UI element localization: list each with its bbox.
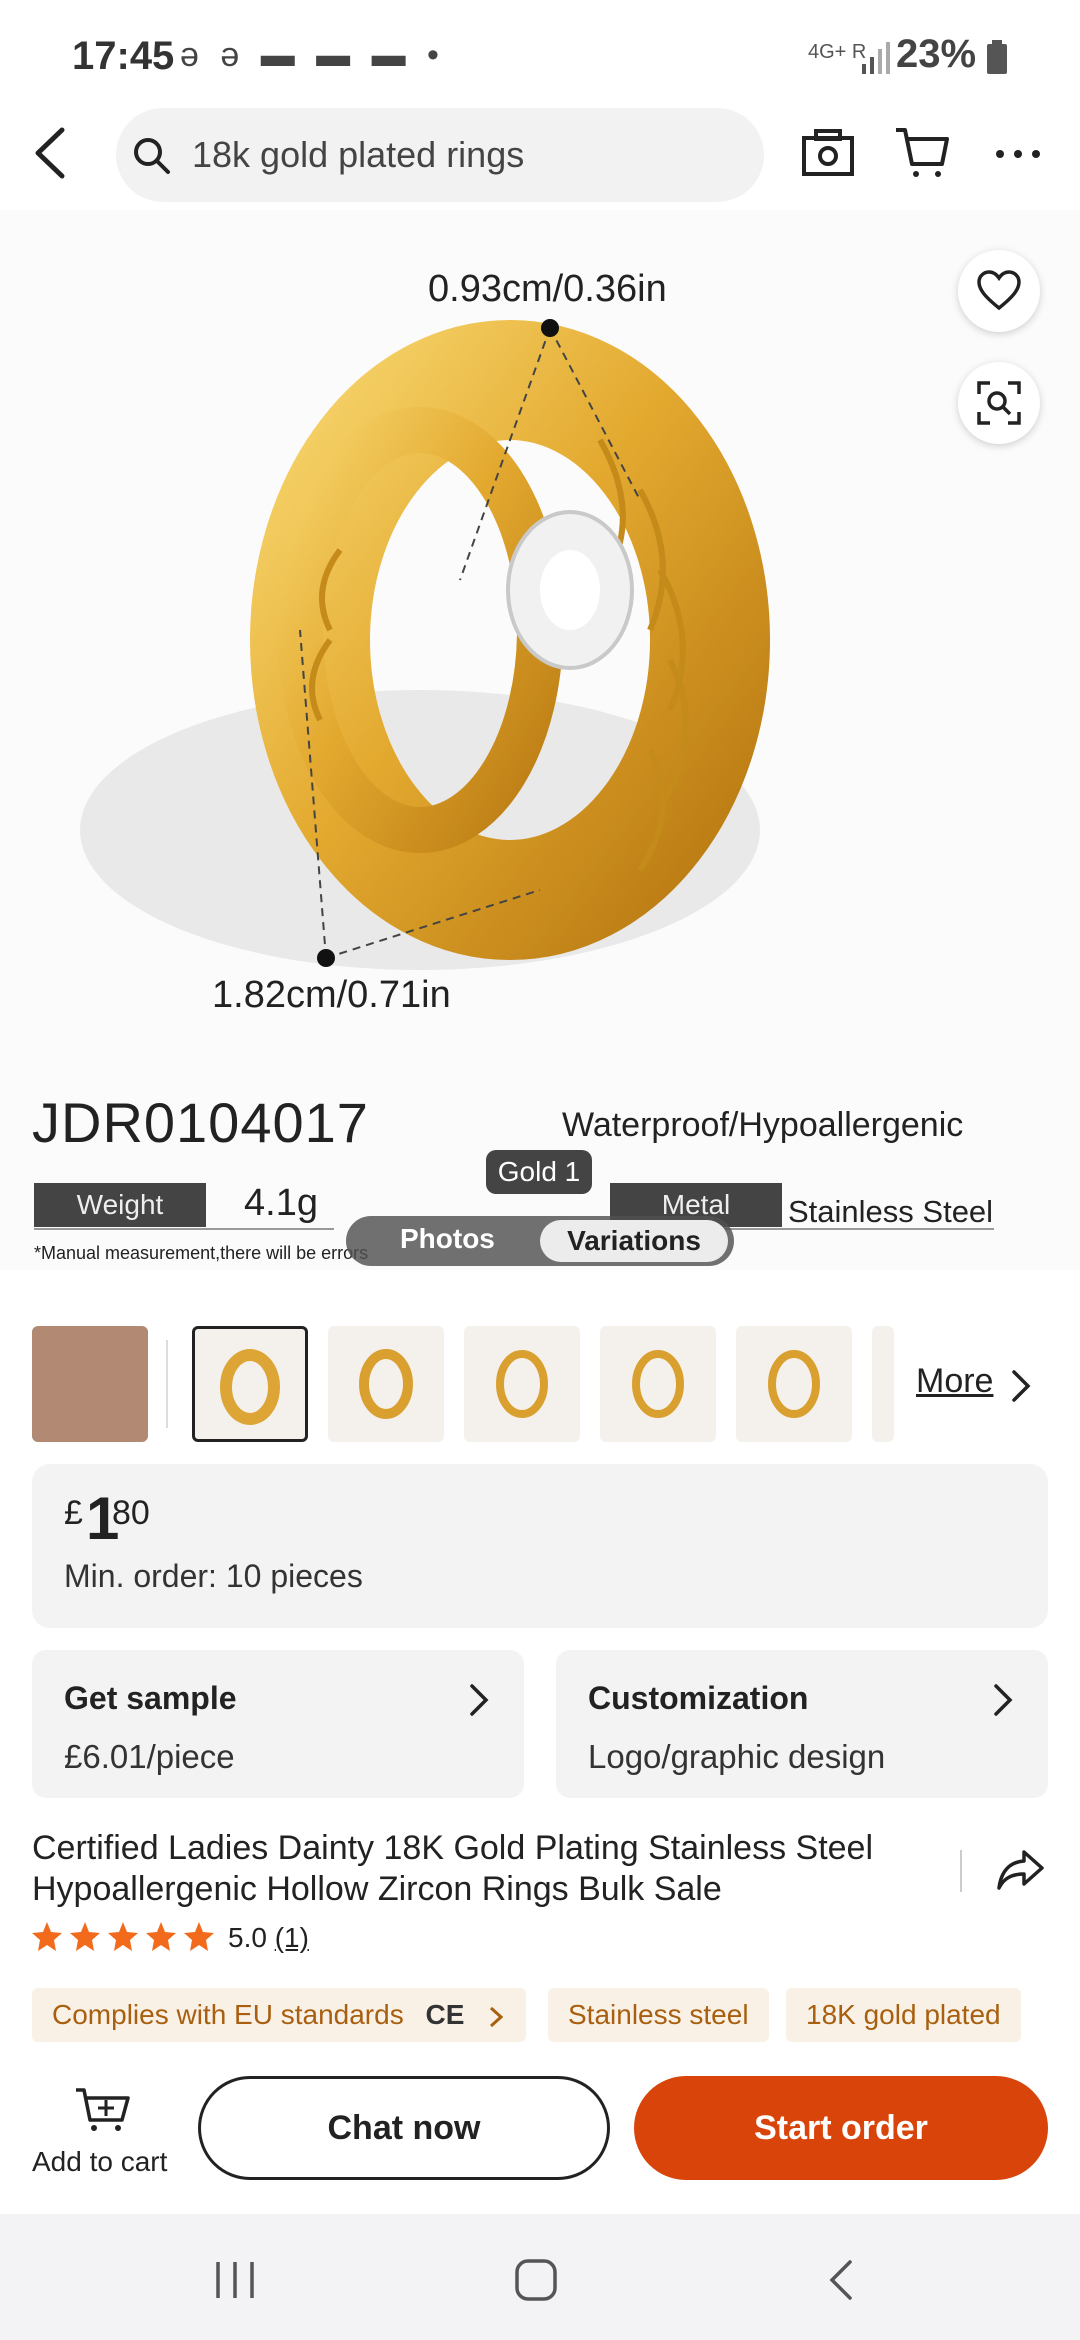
thumbnail[interactable] — [328, 1326, 444, 1442]
ring-thumbnail-icon — [359, 1349, 413, 1419]
start-order-button[interactable]: Start order — [634, 2076, 1048, 2180]
ring-thumbnail-icon — [220, 1349, 280, 1425]
review-count-link[interactable]: (1) — [275, 1922, 309, 1953]
dimension-width-label: 0.93cm/0.36in — [428, 268, 667, 310]
eu-standards-label: Complies with EU standards — [52, 1999, 404, 2030]
measurement-note: *Manual measurement,there will be errors — [34, 1243, 369, 1263]
stars-icon — [32, 1922, 214, 1951]
network-indicator: 4G+ R — [808, 42, 866, 62]
star-rating — [30, 1920, 220, 1961]
get-sample-title: Get sample — [64, 1680, 237, 1716]
tab-variations[interactable]: Variations — [540, 1220, 728, 1262]
chevron-right-icon — [470, 1684, 489, 1716]
add-to-cart-icon[interactable] — [74, 2084, 132, 2134]
plating-tag[interactable]: 18K gold plated — [786, 1988, 1021, 2042]
product-title-line: Hypoallergenic Hollow Zircon Rings Bulk … — [32, 1870, 722, 1908]
rating-summary: 5.0 (1) — [228, 1922, 309, 1954]
thumbnail[interactable] — [600, 1326, 716, 1442]
thumbnail-hand-photo[interactable] — [32, 1326, 148, 1442]
add-to-cart-label[interactable]: Add to cart — [32, 2146, 167, 2178]
rating-value: 5.0 — [228, 1922, 267, 1953]
variant-tag: Gold 1 — [486, 1150, 592, 1194]
weight-label: Weight — [34, 1183, 206, 1227]
min-order: Min. order: 10 pieces — [64, 1558, 363, 1594]
price-card — [32, 1464, 1048, 1628]
camera-search-icon[interactable] — [798, 124, 858, 184]
image-scan-icon — [977, 381, 1021, 425]
thumbnail-divider — [166, 1340, 168, 1428]
price-decimal: 80 — [112, 1494, 150, 1532]
tab-photos[interactable]: Photos — [400, 1223, 495, 1255]
thumbnail-partial[interactable] — [872, 1326, 894, 1442]
product-title-line: Certified Ladies Dainty 18K Gold Plating… — [32, 1829, 874, 1867]
dimension-height-label: 1.82cm/0.71in — [212, 974, 451, 1016]
ring-thumbnail-icon — [632, 1350, 684, 1418]
chevron-right-icon — [1012, 1370, 1031, 1402]
weight-divider — [34, 1228, 334, 1230]
status-time: 17:45 — [72, 34, 175, 78]
material-tag[interactable]: Stainless steel — [548, 1988, 769, 2042]
feature-text: Waterproof/Hypoallergenic — [562, 1106, 964, 1144]
metal-value: Stainless Steel — [788, 1194, 994, 1229]
search-input[interactable]: 18k gold plated rings — [192, 134, 524, 176]
weight-value: 4.1g — [244, 1182, 318, 1224]
share-icon[interactable] — [996, 1846, 1046, 1892]
home-icon[interactable] — [512, 2256, 560, 2304]
battery-icon — [987, 40, 1007, 74]
more-thumbnails-link[interactable]: More — [916, 1362, 993, 1401]
customization-detail: Logo/graphic design — [588, 1738, 886, 1775]
ce-mark-icon: CE — [425, 1999, 465, 2030]
more-options-icon[interactable] — [990, 124, 1050, 184]
thumbnail[interactable] — [736, 1326, 852, 1442]
search-icon — [134, 138, 170, 174]
chat-now-button[interactable]: Chat now — [198, 2076, 610, 2180]
ring-thumbnail-icon — [768, 1350, 820, 1418]
visual-search-button[interactable] — [958, 362, 1040, 444]
chevron-right-icon — [994, 1684, 1013, 1716]
notification-icons: ə ə ▬ ▬ ▬ • — [180, 36, 445, 74]
network-type: 4G+ — [808, 41, 847, 63]
back-arrow-icon[interactable] — [28, 122, 78, 184]
product-title: Certified Ladies Dainty 18K Gold Plating… — [32, 1828, 912, 1910]
thumbnail-selected[interactable] — [192, 1326, 308, 1442]
battery-level: 23% — [896, 32, 977, 76]
chevron-right-icon — [490, 2006, 504, 2027]
favorite-button[interactable] — [958, 250, 1040, 332]
product-code: JDR0104017 — [32, 1091, 369, 1154]
status-bar: 17:45 ə ə ▬ ▬ ▬ • 4G+ R 23% — [0, 0, 1080, 105]
system-back-icon[interactable] — [822, 2256, 862, 2304]
eu-standards-tag[interactable]: Complies with EU standards CE — [32, 1988, 527, 2042]
heart-icon — [977, 270, 1021, 311]
recent-apps-icon[interactable] — [210, 2256, 260, 2304]
customization-title: Customization — [588, 1680, 809, 1716]
title-divider — [960, 1850, 962, 1892]
price-currency: £ — [64, 1494, 83, 1532]
signal-icon — [862, 42, 890, 74]
ring-thumbnail-icon — [496, 1350, 548, 1418]
thumbnail[interactable] — [464, 1326, 580, 1442]
sample-price: £6.01/piece — [64, 1738, 235, 1775]
cart-icon[interactable] — [892, 122, 952, 182]
